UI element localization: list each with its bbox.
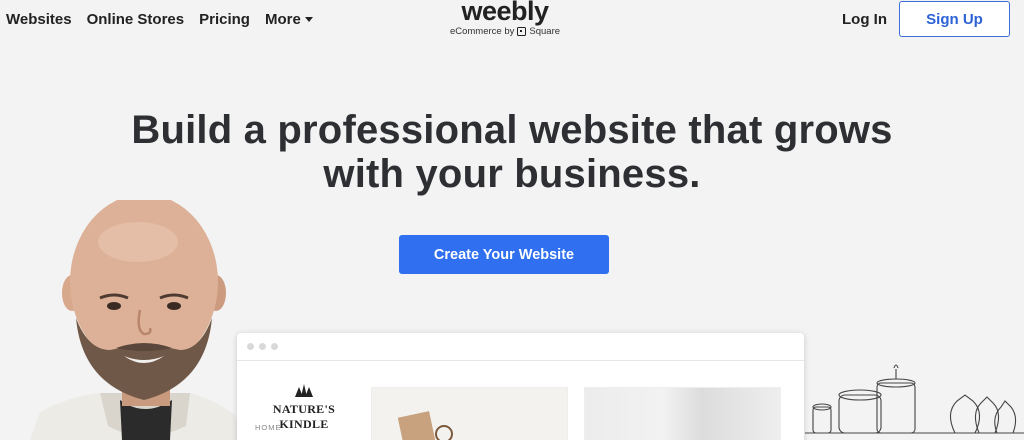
pine-trees-icon [295,384,313,397]
window-dot-icon [247,343,254,350]
window-dot-icon [259,343,266,350]
mockup-nav-home: HOME [255,423,282,432]
logo-tagline-prefix: eCommerce by [449,26,515,37]
top-navigation: Websites Online Stores Pricing More weeb… [0,0,1024,40]
website-preview-mockup: NATURE'S KINDLE HOME [237,333,804,440]
logo-tagline-brand: Square [529,26,561,37]
browser-bar [237,333,804,361]
hero-line-2: with your business. [323,152,701,196]
create-website-button[interactable]: Create Your Website [399,235,609,274]
hero-headline: Build a professional website that grows … [0,108,1024,196]
nav-more-label: More [264,11,301,28]
login-link[interactable]: Log In [842,11,887,28]
person-photo [30,200,245,440]
logo-wordmark: weebly [461,0,549,26]
nav-links: Websites Online Stores Pricing More [6,11,313,28]
nav-websites-link[interactable]: Websites [6,11,72,28]
window-dot-icon [271,343,278,350]
nav-online-stores-link[interactable]: Online Stores [87,11,185,28]
nav-more-menu[interactable]: More [265,11,313,28]
candles-pottery-illustration [805,364,1024,434]
hero-line-1: Build a professional website that grows [131,108,893,152]
mockup-product-image [371,387,568,440]
nav-pricing-link[interactable]: Pricing [199,11,250,28]
product-photo [397,411,453,440]
square-logo-icon [517,27,527,36]
signup-button[interactable]: Sign Up [899,1,1010,37]
weebly-logo[interactable]: weebly eCommerce by Square [446,0,564,37]
mockup-image-placeholder [584,387,781,440]
logo-tagline: eCommerce by Square [446,26,564,37]
caret-down-icon [304,17,313,22]
